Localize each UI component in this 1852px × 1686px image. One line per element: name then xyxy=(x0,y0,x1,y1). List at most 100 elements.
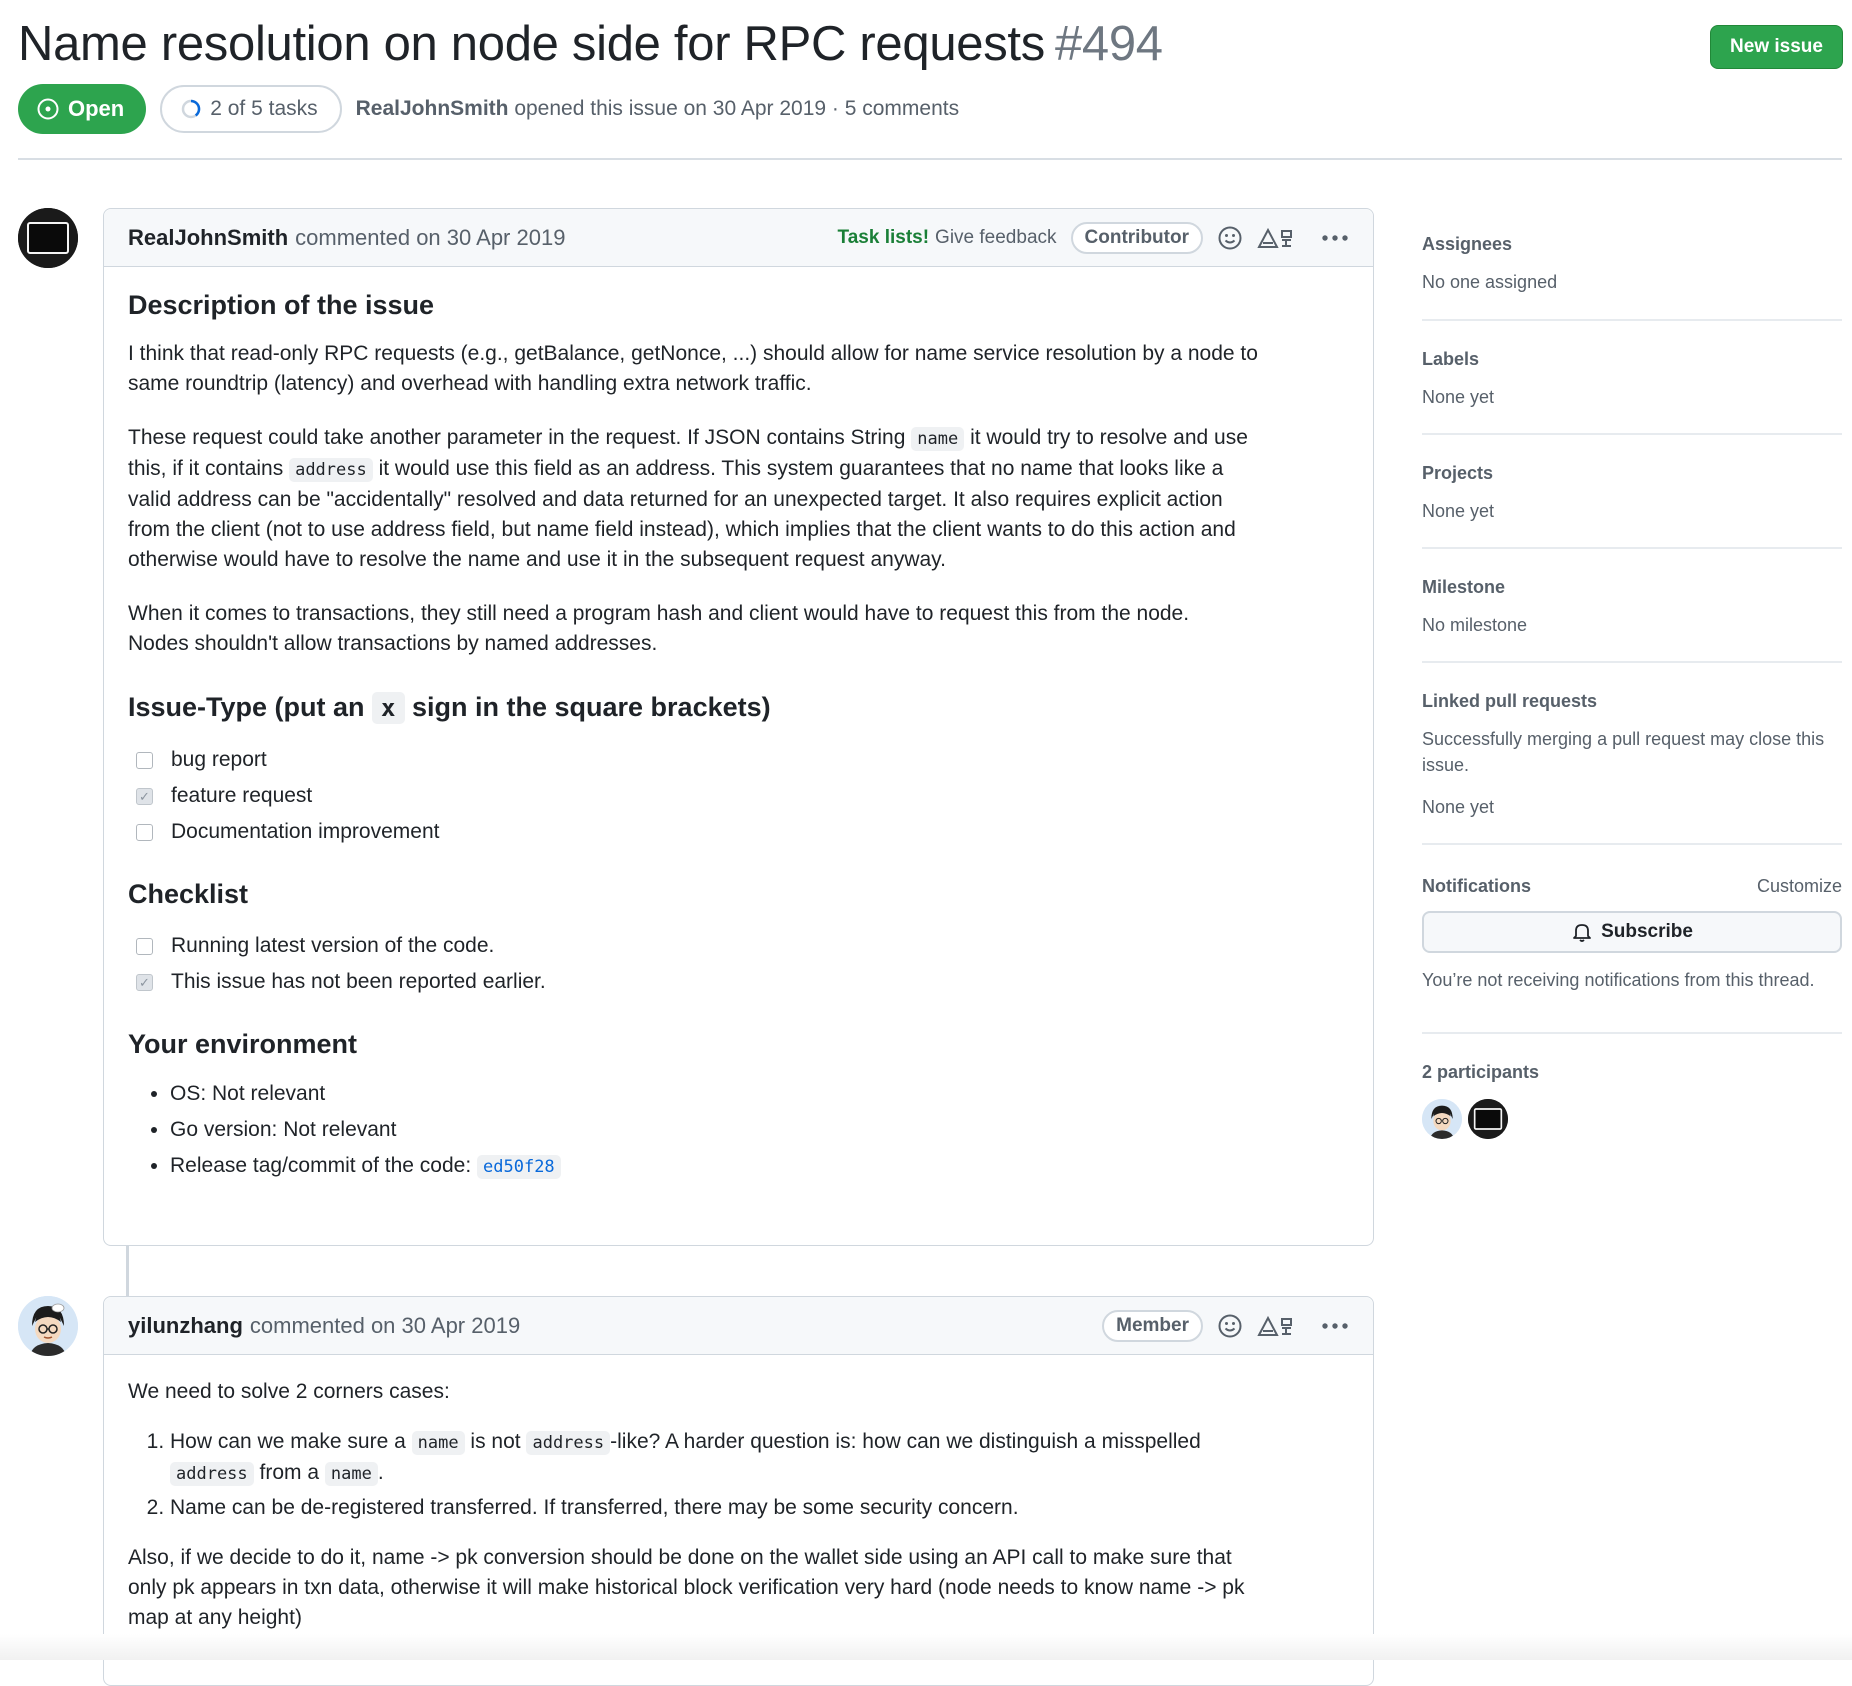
environment-list: OS: Not relevant Go version: Not relevan… xyxy=(128,1076,1349,1184)
sidebar-notifications: Notifications Customize Subscribe You’re… xyxy=(1422,845,1842,1034)
issue-type-code-x: x xyxy=(372,692,405,724)
comment-header: yilunzhang commented on 30 Apr 2019 Memb… xyxy=(104,1297,1373,1355)
li1-text-b: is not xyxy=(470,1430,521,1453)
task-item: Running latest version of the code. xyxy=(128,928,1349,964)
task-checkbox[interactable]: ✓ xyxy=(136,973,153,991)
task-label: feature request xyxy=(171,784,313,807)
task-progress-badge[interactable]: 2 of 5 tasks xyxy=(160,85,342,133)
progress-ring-icon xyxy=(180,98,202,120)
issue-opened-info: opened this issue on 30 Apr 2019 · 5 com… xyxy=(514,97,960,120)
sidebar-projects[interactable]: Projects None yet xyxy=(1422,435,1842,549)
comment-paragraph: Also, if we decide to do it, name -> pk … xyxy=(128,1543,1349,1633)
notifications-header: Notifications Customize xyxy=(1422,873,1842,899)
p3-line-2: Nodes shouldn't allow transactions by na… xyxy=(128,632,658,655)
task-label: bug report xyxy=(171,748,267,771)
role-badge: Contributor xyxy=(1070,222,1203,254)
assignees-value: No one assigned xyxy=(1422,272,1558,292)
corner-case-list: How can we make sure a name is not addre… xyxy=(128,1427,1349,1523)
timeline-connector xyxy=(126,1246,129,1296)
task-checkbox[interactable]: ✓ xyxy=(136,787,153,805)
task-checkbox[interactable] xyxy=(136,751,153,769)
env-release: Release tag/commit of the code: ed50f28 xyxy=(170,1148,1349,1184)
notifications-desc: You’re not receiving notifications from … xyxy=(1422,970,1815,990)
code-name: name xyxy=(411,1431,465,1455)
milestone-value: No milestone xyxy=(1422,615,1528,635)
bell-icon xyxy=(1571,921,1593,943)
p-line-2: only pk appears in txn data, otherwise i… xyxy=(128,1576,1245,1599)
p2-text-f: from the client (not to use address fiel… xyxy=(128,518,1236,541)
participants-title: 2 participants xyxy=(1422,1062,1540,1082)
subscribe-button[interactable]: Subscribe xyxy=(1422,911,1842,953)
task-checkbox[interactable] xyxy=(136,937,153,955)
paragraph-3: When it comes to transactions, they stil… xyxy=(128,599,1349,659)
translate-icon[interactable] xyxy=(1257,226,1297,250)
participant-avatar[interactable] xyxy=(1422,1099,1462,1139)
li1-text-c: -like? A harder question is: how can we … xyxy=(610,1430,1201,1453)
milestone-title: Milestone xyxy=(1422,577,1506,597)
comment-timestamp[interactable]: commented on 30 Apr 2019 xyxy=(250,1313,520,1339)
task-label: This issue has not been reported earlier… xyxy=(171,970,546,993)
heading-checklist: Checklist xyxy=(128,879,249,909)
issue-state-badge: Open xyxy=(18,84,147,134)
comment-author[interactable]: yilunzhang xyxy=(128,1313,243,1339)
env-go: Go version: Not relevant xyxy=(170,1112,1349,1148)
issue-author-link[interactable]: RealJohnSmith xyxy=(356,97,509,120)
task-progress-label: 2 of 5 tasks xyxy=(210,97,318,120)
task-item: Documentation improvement xyxy=(128,814,1349,850)
comment-author[interactable]: RealJohnSmith xyxy=(128,225,288,251)
task-label: Running latest version of the code. xyxy=(171,934,495,957)
issue-number: #494 xyxy=(1054,17,1163,71)
p2-text-c: this, if it contains xyxy=(128,457,284,480)
avatar-yilunzhang[interactable] xyxy=(18,1296,78,1356)
checklist-task-list: Running latest version of the code. ✓ Thi… xyxy=(128,928,1349,1000)
heading-issue-type: Issue-Type (put an x sign in the square … xyxy=(128,689,1349,726)
code-name: name xyxy=(911,427,965,451)
kebab-horizontal-icon[interactable] xyxy=(1321,234,1349,242)
issue-type-heading-b: sign in the square brackets) xyxy=(412,692,771,722)
paragraph-1-line-2: same roundtrip (latency) and overhead wi… xyxy=(128,372,812,395)
comment-header: RealJohnSmith commented on 30 Apr 2019 T… xyxy=(104,209,1373,267)
corner-case-item: Name can be de-registered transferred. I… xyxy=(170,1493,1349,1523)
sidebar-milestone[interactable]: Milestone No milestone xyxy=(1422,549,1842,663)
new-issue-button[interactable]: New issue xyxy=(1710,25,1843,69)
linked-prs-title: Linked pull requests xyxy=(1422,691,1598,711)
p2-text-g: otherwise would have to resolve the name… xyxy=(128,548,946,571)
task-item: ✓ This issue has not been reported earlie… xyxy=(128,964,1349,1000)
bottom-fade xyxy=(0,1634,1852,1660)
corner-case-item: How can we make sure a name is not addre… xyxy=(170,1427,1349,1489)
participant-avatar[interactable] xyxy=(1468,1099,1508,1139)
code-name: name xyxy=(324,1462,378,1486)
linked-prs-value: None yet xyxy=(1422,797,1495,817)
smiley-icon[interactable] xyxy=(1217,1313,1243,1339)
tasklist-feedback: Task lists! Give feedback xyxy=(838,227,1057,249)
issue-sidebar: Assignees No one assigned Labels None ye… xyxy=(1422,220,1842,1139)
kebab-horizontal-icon[interactable] xyxy=(1321,1322,1349,1330)
issue-header: Name resolution on node side for RPC req… xyxy=(18,0,1843,160)
sidebar-assignees[interactable]: Assignees No one assigned xyxy=(1422,220,1842,321)
labels-title: Labels xyxy=(1422,349,1480,369)
tasklist-label: Task lists! xyxy=(837,227,930,248)
commit-link[interactable]: ed50f28 xyxy=(477,1155,561,1179)
projects-title: Projects xyxy=(1422,463,1494,483)
avatar-realjohnsmith[interactable] xyxy=(18,208,78,268)
p2-text-e: valid address can be "accidentally" reso… xyxy=(128,488,1223,511)
heading-environment: Your environment xyxy=(128,1029,358,1059)
translate-icon[interactable] xyxy=(1257,1314,1297,1338)
smiley-icon[interactable] xyxy=(1217,225,1243,251)
issue-type-heading-a: Issue-Type (put an xyxy=(128,692,365,722)
sidebar-linked-prs[interactable]: Linked pull requests Successfully mergin… xyxy=(1422,663,1842,845)
comment-header-actions: Member xyxy=(1102,1297,1349,1355)
task-checkbox[interactable] xyxy=(136,823,153,841)
p3-line-1: When it comes to transactions, they stil… xyxy=(128,602,1190,625)
comment-timestamp[interactable]: commented on 30 Apr 2019 xyxy=(295,225,565,251)
task-item: ✓ feature request xyxy=(128,778,1349,814)
sidebar-labels[interactable]: Labels None yet xyxy=(1422,321,1842,435)
participants-avatars xyxy=(1422,1099,1842,1139)
give-feedback-link[interactable]: Give feedback xyxy=(935,227,1056,248)
role-badge: Member xyxy=(1102,1310,1203,1342)
issue-meta: Open 2 of 5 tasks RealJohnSmith opened t… xyxy=(18,84,959,134)
assignees-title: Assignees xyxy=(1422,234,1513,254)
env-release-label: Release tag/commit of the code: xyxy=(170,1154,472,1177)
paragraph-2: These request could take another paramet… xyxy=(128,423,1349,575)
customize-link[interactable]: Customize xyxy=(1757,873,1842,899)
